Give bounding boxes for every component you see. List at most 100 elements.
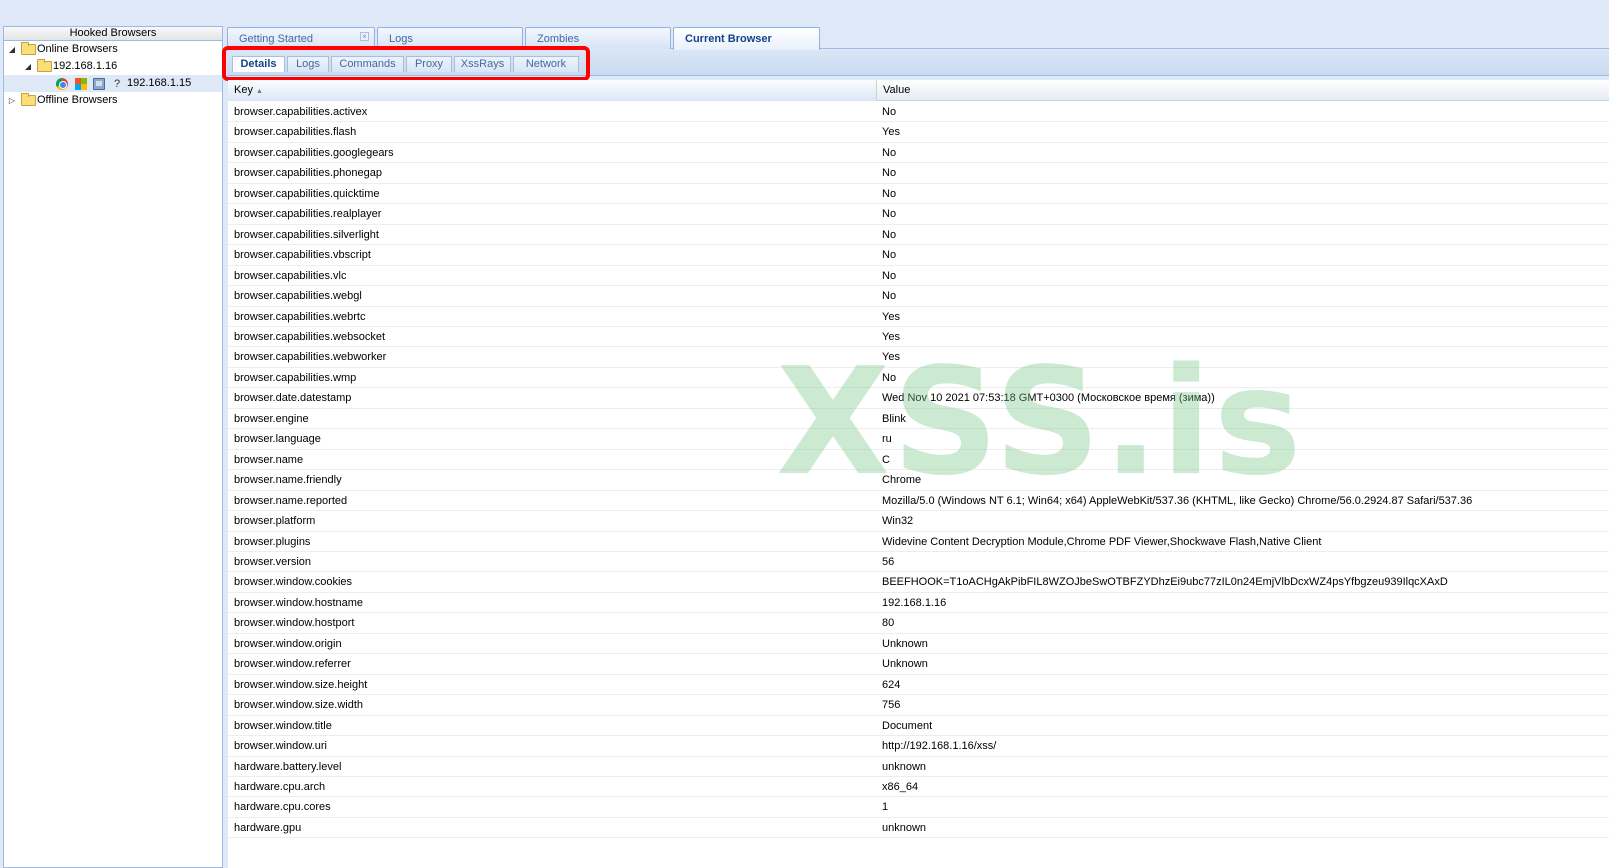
table-row[interactable]: browser.capabilities.flash Yes <box>228 122 1609 143</box>
value-cell: No <box>882 106 897 118</box>
key-cell: browser.window.title <box>234 719 332 732</box>
key-cell: browser.capabilities.quicktime <box>234 187 380 200</box>
column-header-key[interactable]: Key ▲ <box>228 80 877 101</box>
table-row[interactable]: browser.capabilities.webworker Yes <box>228 347 1609 368</box>
table-row[interactable]: browser.window.size.width 756 <box>228 695 1609 716</box>
table-row[interactable]: hardware.battery.level unknown <box>228 757 1609 777</box>
table-row[interactable]: browser.name.friendly Chrome <box>228 470 1609 491</box>
table-row[interactable]: browser.capabilities.googlegears No <box>228 143 1609 164</box>
table-row[interactable]: browser.version 56 <box>228 552 1609 573</box>
table-row[interactable]: browser.window.referrer Unknown <box>228 654 1609 675</box>
table-row[interactable]: browser.window.hostport 80 <box>228 613 1609 634</box>
table-row[interactable]: browser.language ru <box>228 429 1609 450</box>
key-cell: browser.capabilities.websocket <box>234 330 386 343</box>
table-row[interactable]: browser.name.reported Mozilla/5.0 (Window… <box>228 491 1609 512</box>
hooked-browsers-panel: Hooked Browsers ◢ Online Browsers ◢ 192.… <box>3 26 223 868</box>
key-cell: browser.capabilities.phonegap <box>234 167 382 180</box>
expand-arrow-icon[interactable]: ◢ <box>7 41 17 58</box>
tab-getting-started[interactable]: Getting Started × <box>227 27 375 49</box>
table-row[interactable]: browser.capabilities.webrtc Yes <box>228 307 1609 327</box>
table-row[interactable]: browser.name C <box>228 450 1609 471</box>
key-cell: browser.capabilities.googlegears <box>234 146 394 159</box>
key-cell: browser.window.size.height <box>234 678 368 691</box>
key-cell: browser.plugins <box>234 535 311 548</box>
table-row[interactable]: browser.capabilities.phonegap No <box>228 163 1609 184</box>
key-cell: browser.version <box>234 555 312 568</box>
value-cell: Yes <box>882 330 900 343</box>
key-cell: browser.window.cookies <box>234 576 353 589</box>
table-row[interactable]: browser.capabilities.websocket Yes <box>228 327 1609 348</box>
table-row[interactable]: browser.window.title Document <box>228 716 1609 737</box>
tab-xssrays[interactable]: XssRays <box>454 56 511 72</box>
key-cell: browser.capabilities.webgl <box>234 290 362 303</box>
key-cell: browser.name.reported <box>234 494 348 507</box>
grid-body: browser.capabilities.activex No browser.ca… <box>228 102 1609 839</box>
collapse-arrow-icon[interactable]: ▷ <box>7 92 17 109</box>
tree-node-online-browsers[interactable]: ◢ Online Browsers <box>4 41 222 58</box>
table-row[interactable]: hardware.cpu.arch x86_64 <box>228 777 1609 798</box>
table-row[interactable]: browser.capabilities.realplayer No <box>228 204 1609 225</box>
table-row[interactable]: browser.capabilities.webgl No <box>228 286 1609 307</box>
folder-icon <box>21 93 36 106</box>
tab-commands[interactable]: Commands <box>331 56 404 72</box>
table-row[interactable]: browser.capabilities.wmp No <box>228 368 1609 389</box>
tab-network[interactable]: Network <box>513 56 579 72</box>
tree-node-offline-browsers[interactable]: ▷ Offline Browsers <box>4 92 222 109</box>
table-row[interactable]: browser.plugins Widevine Content Decrypti… <box>228 532 1609 552</box>
key-cell: hardware.cpu.cores <box>234 801 331 814</box>
table-row[interactable]: browser.capabilities.quicktime No <box>228 184 1609 205</box>
value-cell: unknown <box>882 821 927 834</box>
table-row[interactable]: browser.capabilities.vbscript No <box>228 245 1609 266</box>
sort-ascending-icon: ▲ <box>255 88 263 95</box>
tab-label: Current Browser <box>685 33 772 45</box>
tab-details[interactable]: Details <box>232 56 285 72</box>
table-row[interactable]: browser.engine Blink <box>228 409 1609 430</box>
table-row[interactable]: hardware.gpu unknown <box>228 818 1609 839</box>
key-cell: browser.capabilities.vlc <box>234 269 347 282</box>
key-cell: browser.window.referrer <box>234 658 351 671</box>
key-cell: browser.platform <box>234 515 316 528</box>
chrome-icon <box>56 78 68 90</box>
table-row[interactable]: browser.window.uri http://192.168.1.16/xs… <box>228 736 1609 757</box>
table-row[interactable]: browser.window.origin Unknown <box>228 634 1609 655</box>
key-cell: browser.capabilities.activex <box>234 106 368 118</box>
value-cell: Widevine Content Decryption Module,Chrom… <box>882 535 1322 548</box>
value-cell: Yes <box>882 351 900 364</box>
tab-zombies[interactable]: Zombies <box>525 27 671 49</box>
value-cell: 192.168.1.16 <box>882 596 947 609</box>
value-cell: No <box>882 146 897 159</box>
table-row[interactable]: browser.window.size.height 624 <box>228 675 1609 696</box>
key-cell: browser.engine <box>234 412 309 425</box>
expand-arrow-icon[interactable]: ◢ <box>23 58 33 75</box>
table-row[interactable]: browser.capabilities.silverlight No <box>228 225 1609 246</box>
value-cell: Yes <box>882 126 900 139</box>
grid-header: Key ▲ Value <box>228 80 1609 101</box>
tab-proxy[interactable]: Proxy <box>406 56 452 72</box>
tab-sub-logs[interactable]: Logs <box>287 56 329 72</box>
table-row[interactable]: browser.platform Win32 <box>228 511 1609 532</box>
key-cell: browser.capabilities.realplayer <box>234 208 382 221</box>
value-cell: x86_64 <box>882 780 919 793</box>
close-icon[interactable]: × <box>360 32 369 41</box>
table-row[interactable]: browser.window.hostname 192.168.1.16 <box>228 593 1609 614</box>
table-row[interactable]: browser.capabilities.vlc No <box>228 266 1609 287</box>
key-cell: browser.window.hostname <box>234 596 364 609</box>
key-cell: browser.capabilities.wmp <box>234 371 357 384</box>
tab-current-browser[interactable]: Current Browser <box>673 27 820 50</box>
key-cell: browser.capabilities.webworker <box>234 351 387 364</box>
table-row[interactable]: hardware.cpu.cores 1 <box>228 797 1609 818</box>
table-row[interactable]: browser.date.datestamp Wed Nov 10 2021 07… <box>228 388 1609 409</box>
key-cell: browser.window.origin <box>234 637 342 650</box>
value-cell: Yes <box>882 310 900 323</box>
tab-logs[interactable]: Logs <box>377 27 523 49</box>
open-folder-icon <box>37 59 52 72</box>
key-cell: browser.capabilities.vbscript <box>234 249 371 262</box>
table-row[interactable]: browser.window.cookies BEEFHOOK=T1oACHgAk… <box>228 572 1609 593</box>
tree-node-hooked-browser[interactable]: ? 192.168.1.15 <box>4 75 222 92</box>
value-cell: No <box>882 208 897 221</box>
value-cell: Document <box>882 719 933 732</box>
column-header-value[interactable]: Value <box>877 80 1609 101</box>
value-cell: 80 <box>882 617 895 630</box>
tree-node-host[interactable]: ◢ 192.168.1.16 <box>4 58 222 75</box>
table-row[interactable]: browser.capabilities.activex No <box>228 102 1609 123</box>
